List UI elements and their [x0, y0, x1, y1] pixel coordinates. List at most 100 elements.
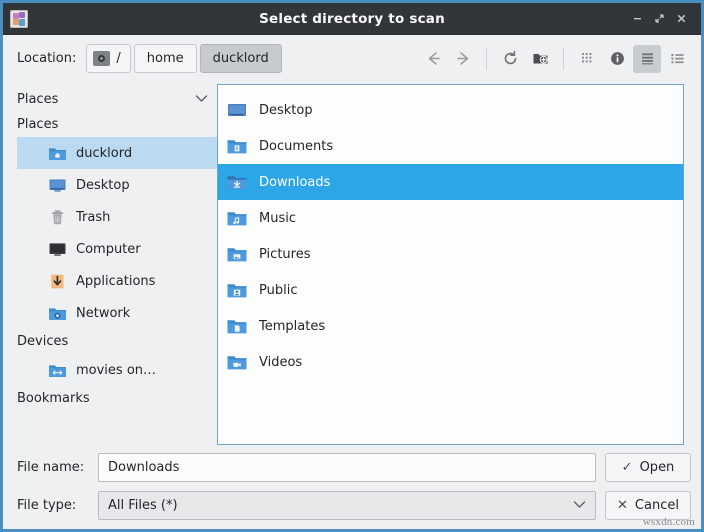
toolbar-buttons [419, 44, 691, 73]
sidebar-group-devices: Devices [17, 334, 69, 349]
remote-folder-icon [48, 362, 67, 379]
filename-value: Downloads [108, 460, 180, 475]
toolbar-separator-2 [563, 47, 564, 70]
sidebar-item-label: Trash [76, 209, 111, 225]
detail-view-icon[interactable] [663, 45, 691, 73]
sidebar-item-computer[interactable]: Computer [17, 233, 217, 265]
public-folder-icon [226, 281, 248, 300]
breadcrumb-ducklord[interactable]: ducklord [199, 44, 282, 73]
filetype-label: File type: [17, 498, 77, 513]
sidebar-item-label: Network [76, 305, 131, 321]
close-icon: ✕ [617, 498, 628, 513]
file-list[interactable]: Desktop Documents Downloads Music Pictur… [217, 84, 684, 445]
sidebar-item-ducklord[interactable]: ducklord [17, 137, 217, 169]
breadcrumb-root[interactable]: / [86, 44, 131, 73]
sidebar-item-network[interactable]: Network [17, 297, 217, 329]
sidebar-item-trash[interactable]: Trash [17, 201, 217, 233]
sidebar-item-movies-on[interactable]: movies on… [17, 354, 217, 386]
desktop-folder-icon [226, 101, 248, 120]
chevron-down-icon [195, 92, 208, 107]
breadcrumb-home[interactable]: home [133, 44, 197, 73]
dialog-footer: File name: Downloads ✓ Open File type: A… [3, 447, 701, 529]
breadcrumb-ducklord-label: ducklord [212, 51, 269, 66]
check-icon: ✓ [621, 460, 633, 475]
list-item[interactable]: Desktop [218, 92, 683, 128]
dialog-body: Places Places ducklord Desktop Trash Com… [3, 82, 701, 447]
sidebar-places-combo-label: Places [17, 91, 59, 107]
app-icon [10, 9, 28, 28]
list-item[interactable]: Pictures [218, 236, 683, 272]
filetype-row: File type: All Files (*) ✕ Cancel [17, 491, 691, 520]
open-button[interactable]: ✓ Open [605, 453, 691, 482]
sidebar-item-label: Applications [76, 273, 156, 289]
list-item-label: Pictures [259, 246, 311, 262]
window-controls [626, 8, 701, 30]
breadcrumb: / home ducklord [86, 44, 282, 73]
sidebar-places-combo[interactable]: Places [3, 86, 217, 112]
location-label: Location: [17, 51, 77, 66]
templates-folder-icon [226, 317, 248, 336]
list-item-label: Public [259, 282, 298, 298]
minimize-icon[interactable] [626, 8, 648, 30]
applications-icon [48, 273, 67, 290]
cancel-button-label: Cancel [634, 498, 679, 513]
file-dialog-window: Select directory to scan Location: / hom… [0, 0, 704, 532]
list-item-label: Documents [259, 138, 334, 154]
list-item[interactable]: Documents [218, 128, 683, 164]
icon-view-icon[interactable] [573, 45, 601, 73]
filetype-value: All Files (*) [108, 498, 178, 513]
sidebar-item-label: Computer [76, 241, 141, 257]
sidebar-item-label: movies on… [76, 362, 157, 378]
list-item-label: Desktop [259, 102, 313, 118]
network-folder-icon [48, 305, 67, 322]
desktop-icon [48, 177, 67, 194]
documents-folder-icon [226, 137, 248, 156]
filename-row: File name: Downloads ✓ Open [17, 453, 691, 482]
sidebar-group-bookmarks: Bookmarks [17, 391, 90, 406]
list-item[interactable]: Downloads [218, 164, 683, 200]
home-folder-icon [48, 145, 67, 162]
close-icon[interactable] [670, 8, 692, 30]
breadcrumb-home-label: home [146, 51, 184, 66]
filetype-select[interactable]: All Files (*) [98, 491, 596, 520]
compact-view-icon[interactable] [633, 44, 661, 73]
sidebar-item-desktop[interactable]: Desktop [17, 169, 217, 201]
computer-icon [48, 241, 67, 258]
title-bar[interactable]: Select directory to scan [3, 3, 701, 35]
window-title: Select directory to scan [259, 10, 445, 27]
list-item[interactable]: Music [218, 200, 683, 236]
toolbar: Location: / home ducklord [3, 35, 701, 82]
sidebar-item-applications[interactable]: Applications [17, 265, 217, 297]
list-item-label: Downloads [259, 174, 331, 190]
breadcrumb-root-label: / [116, 51, 121, 66]
watermark: wsxdn.com [642, 516, 695, 528]
new-folder-icon[interactable] [526, 45, 554, 73]
list-item-label: Videos [259, 354, 303, 370]
filename-label: File name: [17, 460, 85, 475]
sidebar: Places Places ducklord Desktop Trash Com… [3, 82, 217, 447]
reload-icon[interactable] [496, 45, 524, 73]
music-folder-icon [226, 209, 248, 228]
videos-folder-icon [226, 353, 248, 372]
open-button-label: Open [639, 460, 675, 475]
sidebar-item-label: Desktop [76, 177, 130, 193]
back-icon[interactable] [419, 45, 447, 73]
sidebar-item-label: ducklord [76, 145, 133, 161]
chevron-down-icon [573, 498, 586, 513]
filename-input[interactable]: Downloads [98, 453, 596, 482]
list-item-label: Music [259, 210, 296, 226]
info-icon[interactable] [603, 45, 631, 73]
drive-icon [93, 51, 111, 66]
restore-icon[interactable] [648, 8, 670, 30]
file-pane-wrapper: Desktop Documents Downloads Music Pictur… [217, 82, 701, 447]
pictures-folder-icon [226, 245, 248, 264]
sidebar-group-places: Places [17, 117, 59, 132]
trash-icon [48, 209, 67, 226]
toolbar-separator-1 [486, 47, 487, 70]
list-item[interactable]: Public [218, 272, 683, 308]
list-item[interactable]: Templates [218, 308, 683, 344]
list-item[interactable]: Videos [218, 344, 683, 380]
downloads-folder-icon [226, 173, 248, 192]
forward-icon[interactable] [449, 45, 477, 73]
list-item-label: Templates [259, 318, 326, 334]
